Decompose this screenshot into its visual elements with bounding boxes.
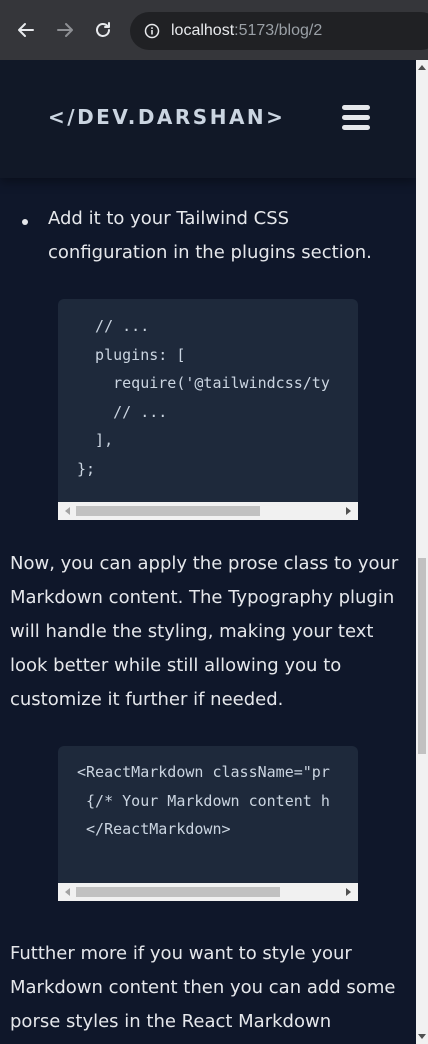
reload-icon[interactable] — [91, 18, 115, 42]
scroll-down-icon[interactable] — [418, 1034, 426, 1039]
address-bar[interactable]: localhost:5173/blog/2 — [130, 12, 428, 50]
vertical-scrollbar[interactable] — [416, 60, 428, 1044]
horizontal-scrollbar[interactable] — [58, 502, 358, 520]
list-item: Add it to your Tailwind CSS configuratio… — [48, 208, 372, 263]
hamburger-menu-icon[interactable] — [340, 103, 372, 133]
scroll-right-icon[interactable] — [346, 507, 351, 515]
url-path: :5173/blog/2 — [234, 22, 323, 39]
site-header: </DEV.DARSHAN> — [0, 60, 416, 178]
code-text: <ReactMarkdown className="pr {/* Your Ma… — [77, 763, 330, 838]
site-logo[interactable]: </DEV.DARSHAN> — [48, 105, 285, 129]
code-block: // ... plugins: [ require('@tailwindcss/… — [58, 299, 358, 520]
paragraph: Now, you can apply the prose class to yo… — [10, 553, 399, 710]
url-text: localhost:5173/blog/2 — [171, 22, 322, 40]
paragraph: Futther more if you want to style your M… — [10, 943, 396, 1032]
browser-toolbar: localhost:5173/blog/2 — [0, 0, 428, 60]
bullet-dot — [22, 219, 28, 225]
scroll-left-icon[interactable] — [65, 888, 70, 896]
back-arrow-icon[interactable] — [14, 18, 38, 42]
horizontal-scrollbar[interactable] — [58, 883, 358, 901]
scroll-up-icon[interactable] — [418, 65, 426, 70]
code-block: <ReactMarkdown className="pr {/* Your Ma… — [58, 746, 358, 901]
url-host: localhost — [171, 22, 235, 39]
scrollbar-thumb[interactable] — [76, 506, 260, 516]
info-icon[interactable] — [144, 23, 160, 39]
page-viewport: </DEV.DARSHAN> Add it to your Tailwind C… — [0, 60, 416, 1044]
forward-arrow-icon[interactable] — [53, 18, 77, 42]
scrollbar-thumb[interactable] — [418, 558, 426, 754]
scroll-right-icon[interactable] — [346, 888, 351, 896]
scroll-left-icon[interactable] — [65, 507, 70, 515]
code-text: // ... plugins: [ require('@tailwindcss/… — [77, 317, 330, 478]
scrollbar-thumb[interactable] — [76, 887, 280, 897]
